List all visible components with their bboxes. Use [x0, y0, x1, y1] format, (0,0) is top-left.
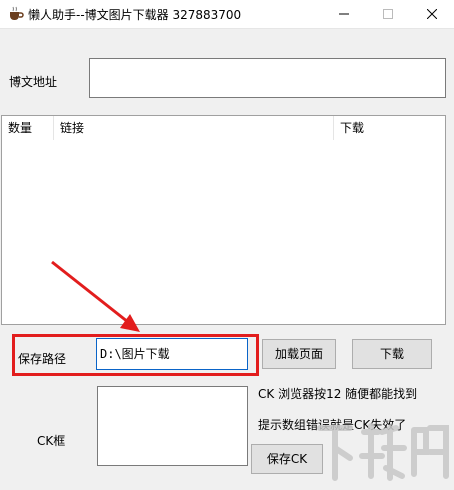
minimize-button[interactable] [322, 0, 366, 28]
column-header-count[interactable]: 数量 [2, 116, 54, 140]
window-title: 懒人助手--博文图片下载器 327883700 [28, 8, 242, 22]
title-bar[interactable]: 懒人助手--博文图片下载器 327883700 [0, 0, 454, 29]
close-icon [427, 9, 437, 19]
column-header-link[interactable]: 链接 [54, 116, 334, 140]
download-button[interactable]: 下载 [352, 339, 432, 369]
minimize-icon [339, 13, 349, 15]
save-path-input[interactable]: D:\图片下载 [96, 338, 248, 370]
maximize-button[interactable] [366, 0, 410, 28]
ck-textarea[interactable] [97, 386, 248, 466]
ck-hint-text: CK 浏览器按12 随便都能找到 [258, 387, 418, 401]
image-list[interactable]: 数量 链接 下载 [1, 115, 446, 325]
watermark-logo [312, 418, 454, 487]
maximize-icon [383, 9, 393, 19]
header-scroll-area [433, 116, 445, 140]
url-input[interactable] [89, 58, 446, 98]
close-button[interactable] [410, 0, 454, 28]
list-header: 数量 链接 下载 [2, 116, 445, 140]
url-label: 博文地址 [9, 75, 58, 89]
coffee-cup-icon [8, 6, 24, 22]
ck-label: CK框 [37, 434, 66, 448]
column-header-download[interactable]: 下载 [334, 116, 434, 140]
save-path-label: 保存路径 [18, 352, 67, 366]
load-page-button[interactable]: 加载页面 [262, 339, 336, 369]
